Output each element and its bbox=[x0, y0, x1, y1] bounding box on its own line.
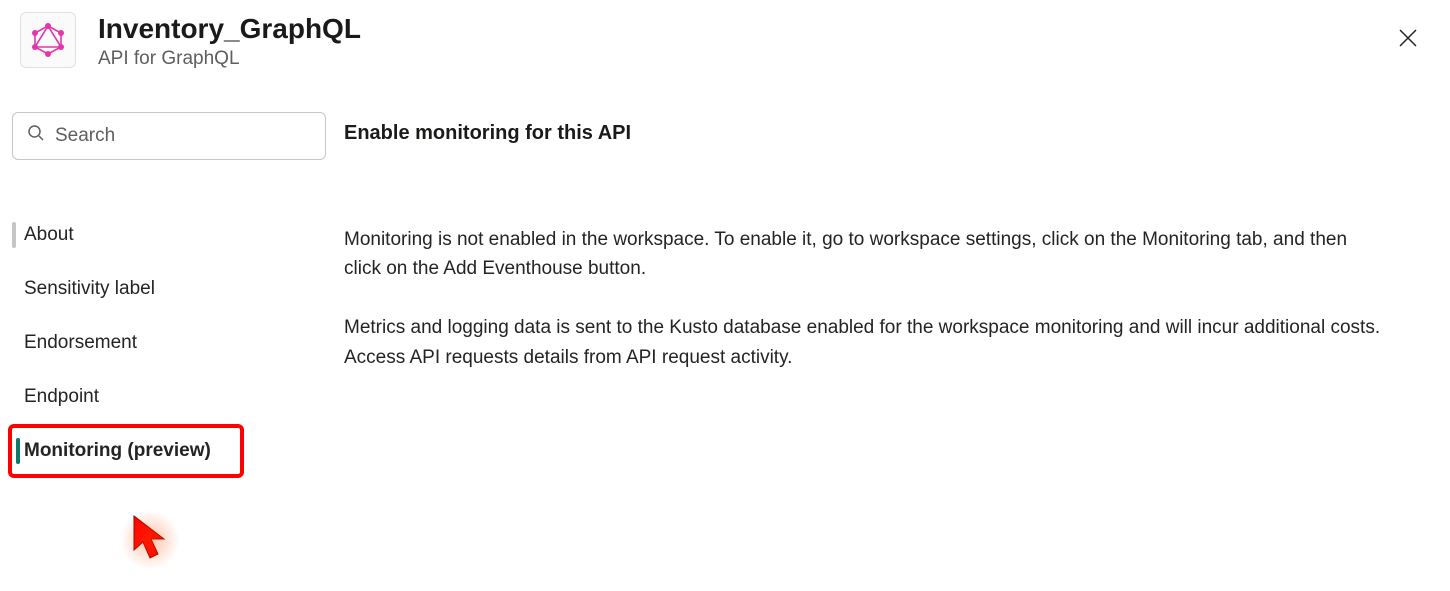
nav-item-label: Sensitivity label bbox=[24, 278, 155, 299]
content-paragraph-1: Monitoring is not enabled in the workspa… bbox=[344, 225, 1388, 284]
search-input[interactable] bbox=[55, 125, 311, 147]
nav-item-endpoint[interactable]: Endpoint bbox=[12, 370, 338, 424]
graphql-icon bbox=[20, 12, 76, 68]
nav-item-endorsement[interactable]: Endorsement bbox=[12, 316, 338, 370]
nav-item-about[interactable]: About bbox=[12, 208, 338, 262]
nav-item-label: Monitoring (preview) bbox=[24, 440, 211, 461]
close-button[interactable] bbox=[1396, 26, 1420, 50]
content-paragraph-2: Metrics and logging data is sent to the … bbox=[344, 313, 1388, 372]
content-heading: Enable monitoring for this API bbox=[344, 122, 1388, 145]
nav-item-label: About bbox=[24, 224, 74, 245]
cursor-icon bbox=[128, 514, 172, 566]
search-icon bbox=[27, 124, 45, 147]
sidebar: About Sensitivity label Endorsement Endp… bbox=[0, 112, 338, 478]
nav-item-monitoring[interactable]: Monitoring (preview) bbox=[8, 424, 244, 478]
page-subtitle: API for GraphQL bbox=[98, 48, 361, 70]
nav-item-label: Endpoint bbox=[24, 386, 99, 407]
content-area: Enable monitoring for this API Monitorin… bbox=[338, 112, 1428, 478]
cursor-annotation bbox=[128, 514, 172, 571]
nav-item-label: Endorsement bbox=[24, 332, 137, 353]
page-title: Inventory_GraphQL bbox=[98, 12, 361, 46]
nav-item-sensitivity-label[interactable]: Sensitivity label bbox=[12, 262, 338, 316]
close-icon bbox=[1398, 28, 1418, 48]
search-box[interactable] bbox=[12, 112, 326, 160]
nav-list: About Sensitivity label Endorsement Endp… bbox=[12, 208, 338, 478]
header-bar: Inventory_GraphQL API for GraphQL bbox=[0, 0, 1450, 76]
title-block: Inventory_GraphQL API for GraphQL bbox=[98, 12, 361, 70]
